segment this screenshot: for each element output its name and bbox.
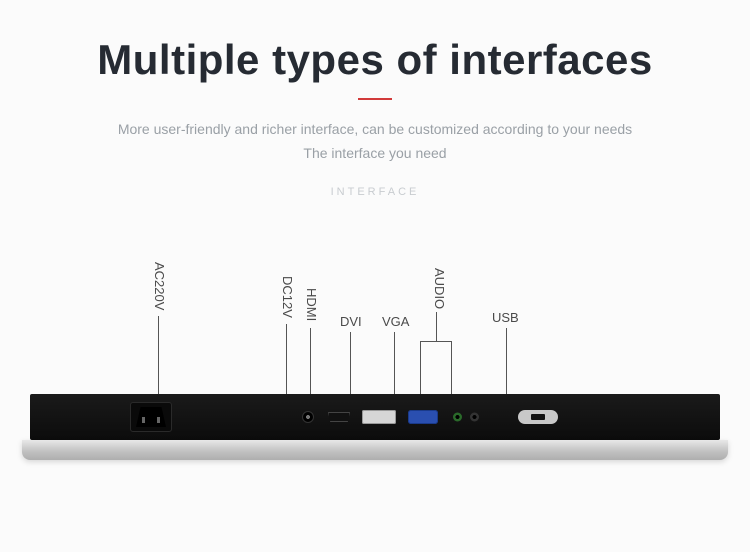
label-dc: DC12V <box>280 276 295 318</box>
label-audio: AUDIO <box>432 268 447 309</box>
dvi-port-icon <box>362 410 396 424</box>
subtitle-line-2: The interface you need <box>0 142 750 166</box>
ac-power-socket-icon <box>130 402 172 432</box>
label-dvi: DVI <box>340 314 362 329</box>
subtitle: More user-friendly and richer interface,… <box>0 118 750 166</box>
leader-ac <box>158 316 159 394</box>
leader-dc <box>286 324 287 394</box>
device-back-panel <box>30 394 720 440</box>
subtitle-line-1: More user-friendly and richer interface,… <box>0 118 750 142</box>
device-base-plate <box>22 440 728 460</box>
interface-label: INTERFACE <box>0 186 750 198</box>
interface-diagram: AC220V DC12V HDMI DVI VGA AUDIO USB <box>0 246 750 506</box>
label-vga: VGA <box>382 314 409 329</box>
title-underline <box>358 98 392 100</box>
hdmi-port-icon <box>328 412 350 422</box>
leader-usb <box>506 328 507 394</box>
leader-hdmi <box>310 328 311 394</box>
leader-dvi <box>350 332 351 394</box>
label-usb: USB <box>492 310 519 325</box>
usb-port-icon <box>518 410 558 424</box>
vga-port-icon <box>408 410 438 424</box>
page-title: Multiple types of interfaces <box>0 36 750 84</box>
leader-audio-bracket <box>420 341 452 394</box>
label-ac: AC220V <box>152 262 167 310</box>
leader-audio <box>436 312 437 341</box>
leader-vga <box>394 332 395 394</box>
dc-jack-icon <box>302 411 314 423</box>
audio-jack-2-icon <box>470 413 479 422</box>
label-hdmi: HDMI <box>304 288 319 321</box>
audio-jack-icon <box>453 413 462 422</box>
